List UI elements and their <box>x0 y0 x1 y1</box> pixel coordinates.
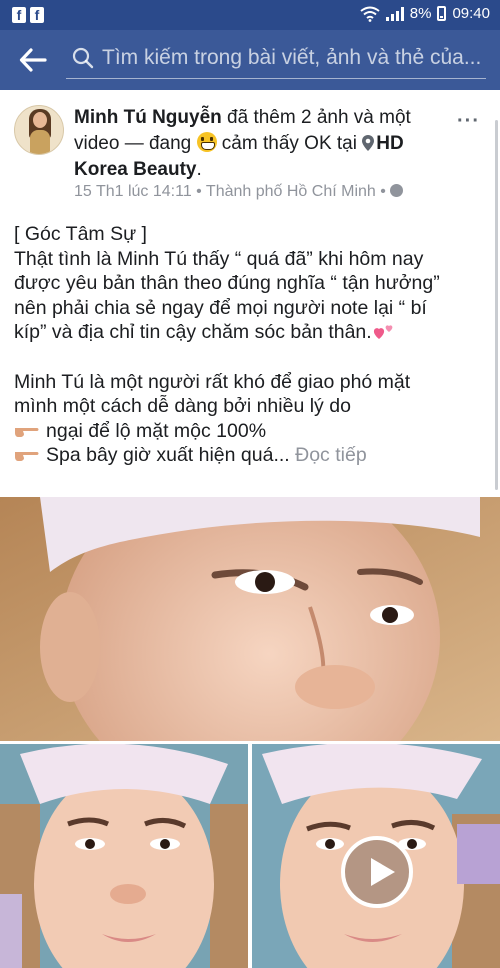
facebook-notification-icon: f <box>30 7 44 23</box>
wifi-icon <box>360 6 380 22</box>
two-hearts-emoji-icon <box>373 325 393 339</box>
facebook-notification-icon: f <box>12 7 26 23</box>
text-line: ngại để lộ mặt mộc 100% <box>46 419 267 442</box>
post-location: Thành phố Hồ Chí Minh <box>205 183 376 200</box>
text-line: [ Góc Tâm Sự ] <box>14 223 147 245</box>
pointing-hand-emoji-icon <box>15 452 39 461</box>
face-photo <box>0 744 248 968</box>
text-line: nên phải chia sẻ ngay để mọi người note … <box>14 296 427 319</box>
search-placeholder: Tìm kiếm trong bài viết, ảnh và thẻ của.… <box>102 46 482 69</box>
text-line: Thật tình là Minh Tú thấy “ quá đã” khi … <box>14 247 424 270</box>
battery-icon <box>437 6 447 21</box>
text-line: được yêu bản thân theo đúng nghĩa “ tận … <box>14 272 440 294</box>
post-body: [ Góc Tâm Sự ] Thật tình là Minh Tú thấy… <box>14 222 489 468</box>
more-horizontal-icon: ··· <box>457 110 480 132</box>
arrow-left-icon <box>19 48 47 72</box>
post-headline: Minh Tú Nguyễn đã thêm 2 ảnh và một vide… <box>74 107 411 180</box>
play-icon[interactable] <box>341 836 413 908</box>
more-options-button[interactable]: ··· <box>457 110 480 133</box>
post-meta: 15 Th1 lúc 14:11 • Thành phố Hồ Chí Minh… <box>74 183 404 201</box>
scrollbar[interactable] <box>495 120 498 490</box>
search-input[interactable]: Tìm kiếm trong bài viết, ảnh và thẻ của.… <box>66 41 486 79</box>
back-button[interactable] <box>18 46 48 74</box>
text-line: kíp” và địa chỉ tin cậy chăm sóc bản thâ… <box>14 321 372 343</box>
author-name[interactable]: Minh Tú Nguyễn <box>74 107 222 128</box>
read-more-link[interactable]: Đọc tiếp <box>295 444 367 466</box>
post-header: Minh Tú Nguyễn đã thêm 2 ảnh và một vide… <box>0 90 500 210</box>
pointing-hand-emoji-icon <box>15 427 39 437</box>
post-date[interactable]: 15 Th1 lúc 14:11 <box>74 183 192 200</box>
feeling-text: cảm thấy OK tại <box>216 133 363 154</box>
text-line: Minh Tú là một người rất khó để giao phó… <box>14 370 411 393</box>
text-line: Spa bây giờ xuất hiện quá... <box>46 444 290 466</box>
clock: 09:40 <box>452 5 490 22</box>
text-line: mình một cách dễ dàng bởi nhiều lý do <box>14 395 351 417</box>
grinning-emoji-icon <box>196 132 217 152</box>
search-header: Tìm kiếm trong bài viết, ảnh và thẻ của.… <box>0 30 500 90</box>
location-pin-icon <box>362 135 375 151</box>
post-photo-main[interactable] <box>0 497 500 741</box>
avatar[interactable] <box>14 105 64 155</box>
face-closeup-photo <box>0 497 500 741</box>
search-icon <box>72 47 94 69</box>
signal-icon <box>385 6 404 21</box>
post-photo-secondary[interactable] <box>0 744 248 968</box>
post-video[interactable] <box>252 744 500 968</box>
globe-icon <box>390 184 404 197</box>
status-bar: f f 8% 09:40 <box>0 0 500 30</box>
battery-percent: 8% <box>409 5 432 22</box>
